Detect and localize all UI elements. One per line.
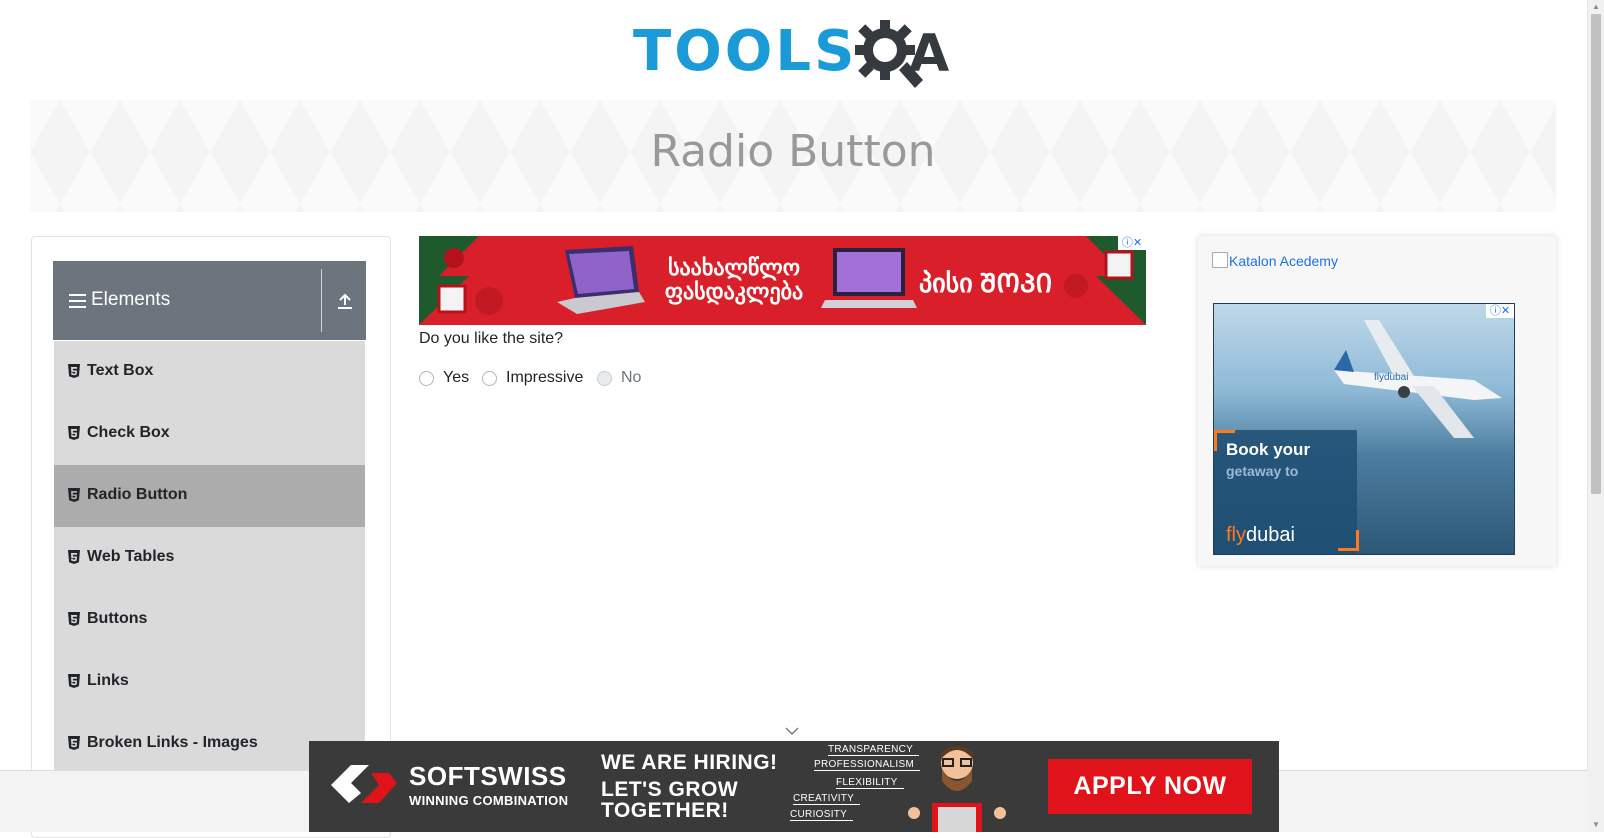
katalon-broken-image-link[interactable]: Katalon Acedemy [1212,252,1338,269]
ad-hiring-text: WE ARE HIRING! [601,751,778,774]
ad-brand-name: SOFTSWISS [409,761,567,791]
christmas-decor-image [419,236,503,325]
collapse-up-icon[interactable] [333,289,357,313]
sidebar-item-radio-button[interactable]: Radio Button [54,465,365,529]
header-divider [321,269,322,332]
right-ad-panel: Katalon Acedemy flydubai Book your getaw… [1198,236,1556,566]
broken-image-icon [1212,252,1228,268]
ad-grow-text: LET'S GROW TOGETHER! [601,778,739,822]
ad-choices-icon[interactable]: ⓘ✕ [1118,236,1146,250]
flydubai-ad[interactable]: flydubai Book your getaway to flydubai ⓘ… [1213,303,1515,555]
radio-circle[interactable] [482,371,497,386]
ad-corner-accent [1214,430,1235,451]
sidebar-item-links[interactable]: Links [54,651,365,715]
sidebar-item-web-tables[interactable]: Web Tables [54,527,365,591]
logo-text-a: A [909,24,950,84]
page-header-banner: Radio Button [30,100,1556,212]
sidebar-item-label: Check Box [87,424,170,441]
sidebar-item-label: Broken Links - Images [87,734,258,751]
radio-circle[interactable] [419,371,434,386]
apply-now-button[interactable]: APPLY NOW [1048,759,1252,814]
scrollbar-thumb[interactable] [1591,14,1601,494]
page-title: Radio Button [650,126,936,177]
softswiss-logo-icon [331,765,397,803]
svg-text:flydubai: flydubai [1374,372,1408,383]
ad-value-label: TRANSPARENCY [828,744,920,756]
html5-badge-icon [68,426,80,440]
radio-label: No [621,369,642,386]
ad-value-label: FLEXIBILITY [836,777,904,789]
radio-question: Do you like the site? [419,330,564,347]
html5-badge-icon [68,488,80,502]
radio-circle [597,371,612,386]
ad-value-label: CURIOSITY [790,809,854,821]
html5-badge-icon [68,550,80,564]
developer-illustration [908,746,1006,832]
flydubai-logo: flydubai [1226,524,1295,546]
html5-badge-icon [68,364,80,378]
sidebar-group-elements[interactable]: Elements [53,261,366,340]
sidebar-item-label: Radio Button [87,486,188,503]
scroll-up-arrow-icon[interactable]: ▲ [1592,2,1600,12]
ad-value-label: PROFESSIONALISM [814,759,921,771]
radio-label[interactable]: Impressive [506,369,583,387]
chevron-down-icon[interactable] [784,726,800,736]
hamburger-icon [69,294,86,308]
ad-text-right: პისი ᲨᲝᲞᲘ [919,268,1053,298]
ad-choices-icon[interactable]: ⓘ✕ [1486,304,1514,318]
center-banner-ad[interactable]: საახალწლო ფასდაკლება პისი ᲨᲝᲞᲘ ⓘ✕ [419,236,1146,325]
sidebar-item-check-box[interactable]: Check Box [54,403,365,467]
scroll-down-arrow-icon[interactable]: ▼ [1592,820,1600,830]
toolsqa-logo[interactable]: TOOLS A [633,16,963,96]
logo-text-tools: TOOLS [633,19,858,84]
laptop-image [557,246,645,314]
sidebar-item-buttons[interactable]: Buttons [54,589,365,653]
radio-label[interactable]: Yes [443,369,469,387]
ad-value-label: CREATIVITY [793,793,861,805]
html5-badge-icon [68,736,80,750]
ad-subline: getaway to [1226,463,1299,479]
ad-headline: Book your [1226,440,1311,459]
ad-text-georgian: საახალწლო ფასდაკლება [664,255,804,304]
bottom-hiring-ad[interactable]: SOFTSWISS WINNING COMBINATION WE ARE HIR… [309,741,1279,832]
sidebar-item-label: Buttons [87,610,148,627]
sidebar-group-title: Elements [91,289,171,310]
sidebar-item-label: Links [87,672,129,689]
sidebar-item-label: Web Tables [87,548,175,565]
ad-corner-accent [1338,530,1359,551]
page-scrollbar[interactable]: ▲ ▼ [1587,0,1604,832]
airplane-image: flydubai [1334,320,1502,438]
ad-brand-tagline: WINNING COMBINATION [409,793,569,808]
sidebar-item-label: Text Box [87,362,154,379]
laptop-image [821,248,917,308]
html5-badge-icon [68,612,80,626]
sidebar-item-text-box[interactable]: Text Box [54,341,365,405]
html5-badge-icon [68,674,80,688]
